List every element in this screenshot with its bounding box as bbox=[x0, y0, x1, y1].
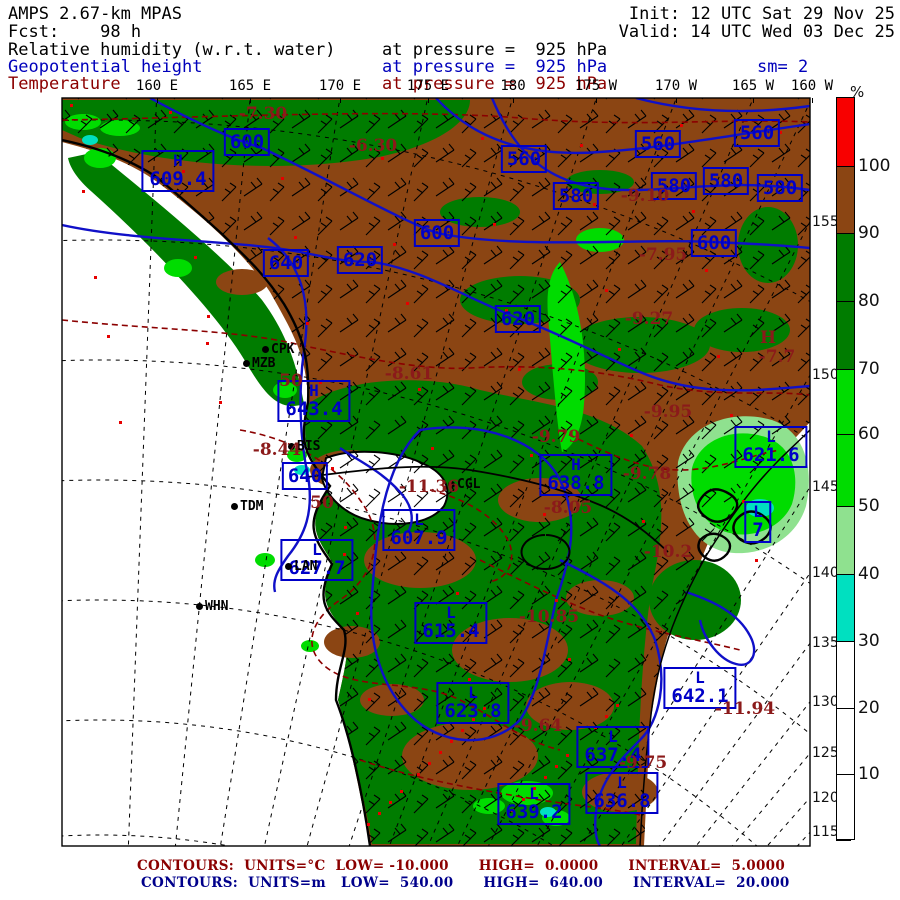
forecast-hour: Fcst: 98 h bbox=[8, 22, 141, 42]
smoothing-note: sm= 2 bbox=[757, 57, 808, 77]
legend-temperature-contours: CONTOURS: UNITS=°C LOW= -10.000 HIGH= 0.… bbox=[137, 858, 785, 874]
field-t-level: at pressure = 925 hPa bbox=[382, 74, 607, 94]
map-canvas bbox=[0, 0, 900, 900]
legend-geopotential-contours: CONTOURS: UNITS=m LOW= 540.00 HIGH= 640.… bbox=[141, 875, 790, 891]
model-title: AMPS 2.67-km MPAS bbox=[8, 4, 182, 24]
weather-plot-page: AMPS 2.67-km MPAS Fcst: 98 h Init: 12 UT… bbox=[0, 0, 900, 900]
valid-time: Valid: 14 UTC Wed 03 Dec 25 bbox=[619, 22, 895, 42]
field-t-name: Temperature bbox=[8, 74, 121, 94]
init-time: Init: 12 UTC Sat 29 Nov 25 bbox=[629, 4, 895, 24]
